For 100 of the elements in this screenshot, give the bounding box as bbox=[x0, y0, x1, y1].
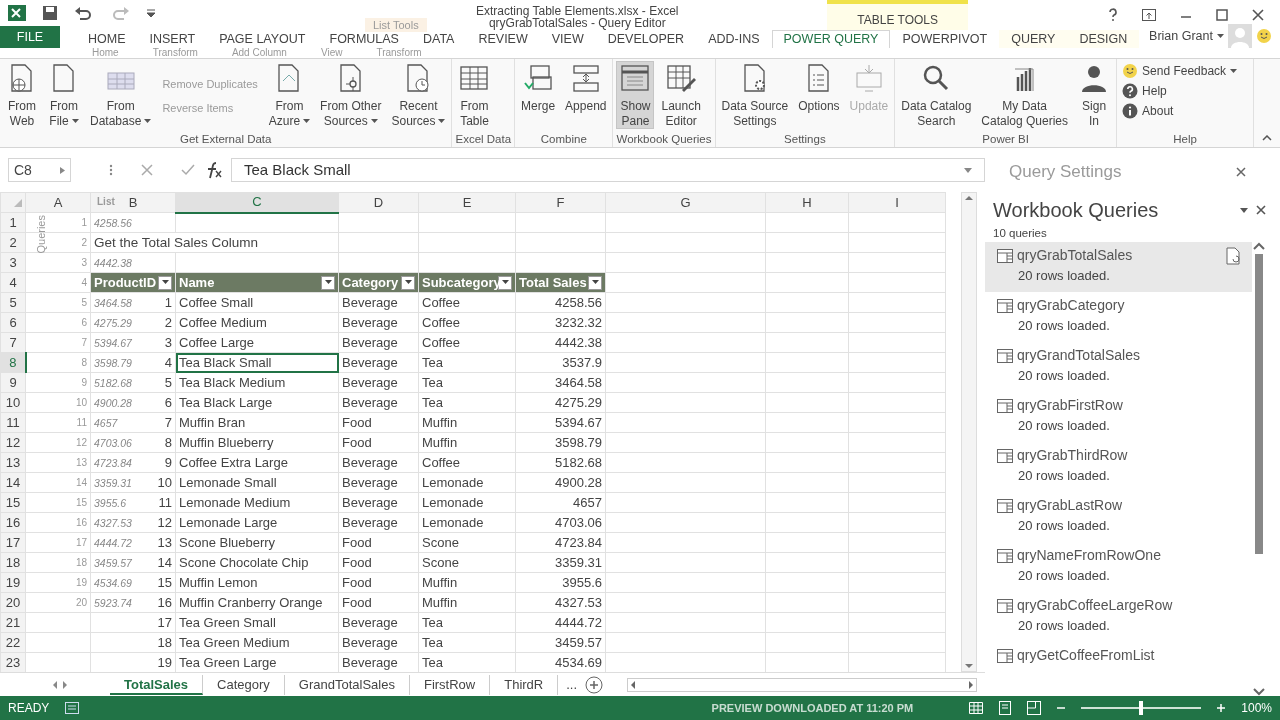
ribbon-button[interactable]: Merge bbox=[518, 61, 559, 129]
row-number[interactable]: 1 bbox=[0, 212, 26, 233]
row-number[interactable]: 19 bbox=[0, 572, 26, 593]
column-letter[interactable]: H bbox=[802, 194, 812, 210]
ribbon-button[interactable]: From Other Sources bbox=[317, 61, 385, 129]
column-letter[interactable]: A bbox=[53, 194, 63, 210]
ribbon-button[interactable]: From Web bbox=[3, 61, 41, 129]
query-item[interactable]: qryGrabTotalSales 20 rows loaded. bbox=[985, 242, 1252, 293]
row-number[interactable]: 9 bbox=[0, 372, 26, 393]
row-number[interactable]: 11 bbox=[0, 412, 26, 433]
sheet-tab[interactable]: ThirdR bbox=[490, 674, 559, 695]
row-number[interactable]: 6 bbox=[0, 312, 26, 333]
table-cell[interactable]: Scone Blueberry bbox=[175, 532, 339, 553]
more-sheets[interactable]: ... bbox=[558, 674, 586, 695]
row-number[interactable]: 23 bbox=[0, 652, 26, 673]
row-number[interactable]: 21 bbox=[0, 612, 26, 633]
query-item[interactable]: qryGrabThirdRow 20 rows loaded. bbox=[985, 442, 1252, 493]
column-letter[interactable]: G bbox=[680, 194, 691, 210]
normal-view-icon[interactable] bbox=[969, 702, 984, 714]
file-tab[interactable]: FILE bbox=[0, 26, 60, 48]
add-sheet-icon[interactable] bbox=[585, 675, 604, 694]
table-cell[interactable]: Muffin Bran bbox=[175, 412, 339, 433]
row-number[interactable]: 4 bbox=[0, 272, 26, 293]
formula-field[interactable]: Tea Black Small bbox=[231, 158, 985, 182]
ribbon-tab[interactable]: FORMULAS bbox=[317, 30, 411, 48]
table-cell[interactable]: Tea Green Small bbox=[175, 612, 339, 633]
query-item[interactable]: qryGrabFirstRow 20 rows loaded. bbox=[985, 392, 1252, 443]
column-letter[interactable]: E bbox=[462, 194, 472, 210]
column-letter[interactable]: I bbox=[895, 194, 899, 210]
query-item[interactable]: qryGetCoffeeFromList bbox=[985, 642, 1252, 693]
ribbon-button[interactable]: Data Source Settings bbox=[718, 61, 792, 129]
filter-button[interactable] bbox=[498, 275, 512, 290]
query-item[interactable]: qryGrabCategory 20 rows loaded. bbox=[985, 292, 1252, 343]
customize-icon[interactable] bbox=[146, 8, 156, 18]
sheet-tab[interactable]: Category bbox=[203, 674, 285, 695]
ribbon-tab[interactable]: DATA bbox=[410, 30, 467, 48]
ribbon-button[interactable]: From File bbox=[45, 61, 83, 129]
vertical-scrollbar[interactable] bbox=[1252, 242, 1266, 696]
ribbon-tab[interactable]: QUERY bbox=[999, 30, 1068, 48]
ribbon-tab[interactable]: HOME bbox=[76, 30, 138, 48]
row-number[interactable]: 10 bbox=[0, 392, 26, 413]
ribbon-button[interactable]: From Database bbox=[87, 61, 155, 129]
ribbon-tab[interactable]: PAGE LAYOUT bbox=[207, 30, 318, 48]
filter-button[interactable] bbox=[321, 275, 335, 290]
row-number[interactable]: 8 bbox=[0, 352, 26, 373]
table-cell[interactable]: Lemonade Large bbox=[175, 512, 339, 533]
macro-record-icon[interactable] bbox=[65, 702, 80, 714]
user-name[interactable]: Brian Grant bbox=[1149, 26, 1213, 46]
ribbon-button[interactable]: Send Feedback bbox=[1120, 61, 1240, 81]
column-letter[interactable]: F bbox=[556, 194, 565, 210]
table-cell[interactable]: Coffee Large bbox=[175, 332, 339, 353]
ribbon-button[interactable]: Launch Editor bbox=[658, 61, 704, 129]
table-cell[interactable]: Tea Green Medium bbox=[175, 632, 339, 653]
ribbon-tab[interactable]: POWERPIVOT bbox=[890, 30, 1000, 48]
close-icon[interactable] bbox=[1252, 9, 1264, 21]
ribbon-button[interactable]: Options bbox=[795, 61, 843, 129]
ribbon-button[interactable]: From Azure bbox=[265, 61, 314, 129]
ribbon-button[interactable]: Recent Sources bbox=[388, 61, 449, 129]
expand-icon[interactable] bbox=[964, 167, 972, 173]
column-letter[interactable]: C bbox=[252, 194, 262, 210]
collapse-ribbon-icon[interactable] bbox=[1262, 135, 1272, 141]
ribbon-tab[interactable]: ADD-INS bbox=[696, 30, 772, 48]
ribbon-tab[interactable]: INSERT bbox=[137, 30, 208, 48]
sheet-tab[interactable]: GrandTotalSales bbox=[284, 674, 410, 695]
table-cell[interactable]: Coffee Extra Large bbox=[175, 452, 339, 473]
table-cell[interactable]: Lemonade Medium bbox=[175, 492, 339, 513]
scroll-up-icon[interactable] bbox=[1253, 242, 1265, 251]
query-item[interactable]: qryGrabLastRow 20 rows loaded. bbox=[985, 492, 1252, 543]
row-number[interactable]: 16 bbox=[0, 512, 26, 533]
ribbon-tab[interactable]: POWER QUERY bbox=[771, 30, 891, 48]
row-number[interactable]: 20 bbox=[0, 592, 26, 613]
zoom-in-icon[interactable] bbox=[1217, 704, 1226, 712]
caret-icon[interactable] bbox=[1240, 207, 1248, 213]
ribbon-button[interactable]: About bbox=[1120, 101, 1240, 121]
query-item[interactable]: qryNameFromRowOne 20 rows loaded. bbox=[985, 542, 1252, 593]
table-cell[interactable]: Lemonade Small bbox=[175, 472, 339, 493]
page-break-icon[interactable] bbox=[1027, 701, 1042, 715]
filter-button[interactable] bbox=[158, 275, 172, 290]
ribbon-button[interactable]: Sign In bbox=[1075, 61, 1114, 129]
row-number[interactable]: 5 bbox=[0, 292, 26, 313]
save-icon[interactable] bbox=[42, 5, 58, 21]
scroll-right-icon[interactable] bbox=[60, 679, 70, 690]
ribbon-button[interactable]: Help bbox=[1120, 81, 1240, 101]
row-number[interactable]: 22 bbox=[0, 632, 26, 653]
query-item[interactable]: qryGrandTotalSales 20 rows loaded. bbox=[985, 342, 1252, 393]
table-cell[interactable]: Scone Chocolate Chip bbox=[175, 552, 339, 573]
row-number[interactable]: 7 bbox=[0, 332, 26, 353]
query-item[interactable]: qryGrabCoffeeLargeRow 20 rows loaded. bbox=[985, 592, 1252, 643]
column-letter[interactable]: D bbox=[373, 194, 384, 210]
close-icon[interactable] bbox=[1256, 205, 1266, 215]
help-icon[interactable] bbox=[1108, 8, 1118, 22]
ribbon-button[interactable]: From Table bbox=[455, 61, 494, 129]
ribbon-button[interactable]: Append bbox=[562, 61, 610, 129]
table-cell[interactable]: Tea Black Small bbox=[175, 352, 339, 373]
ribbon-tab[interactable]: DESIGN bbox=[1067, 30, 1140, 48]
row-number[interactable]: 18 bbox=[0, 552, 26, 573]
table-cell[interactable]: Muffin Blueberry bbox=[175, 432, 339, 453]
column-letter[interactable]: B bbox=[128, 194, 138, 210]
row-number[interactable]: 2 bbox=[0, 232, 26, 253]
row-number[interactable]: 14 bbox=[0, 472, 26, 493]
